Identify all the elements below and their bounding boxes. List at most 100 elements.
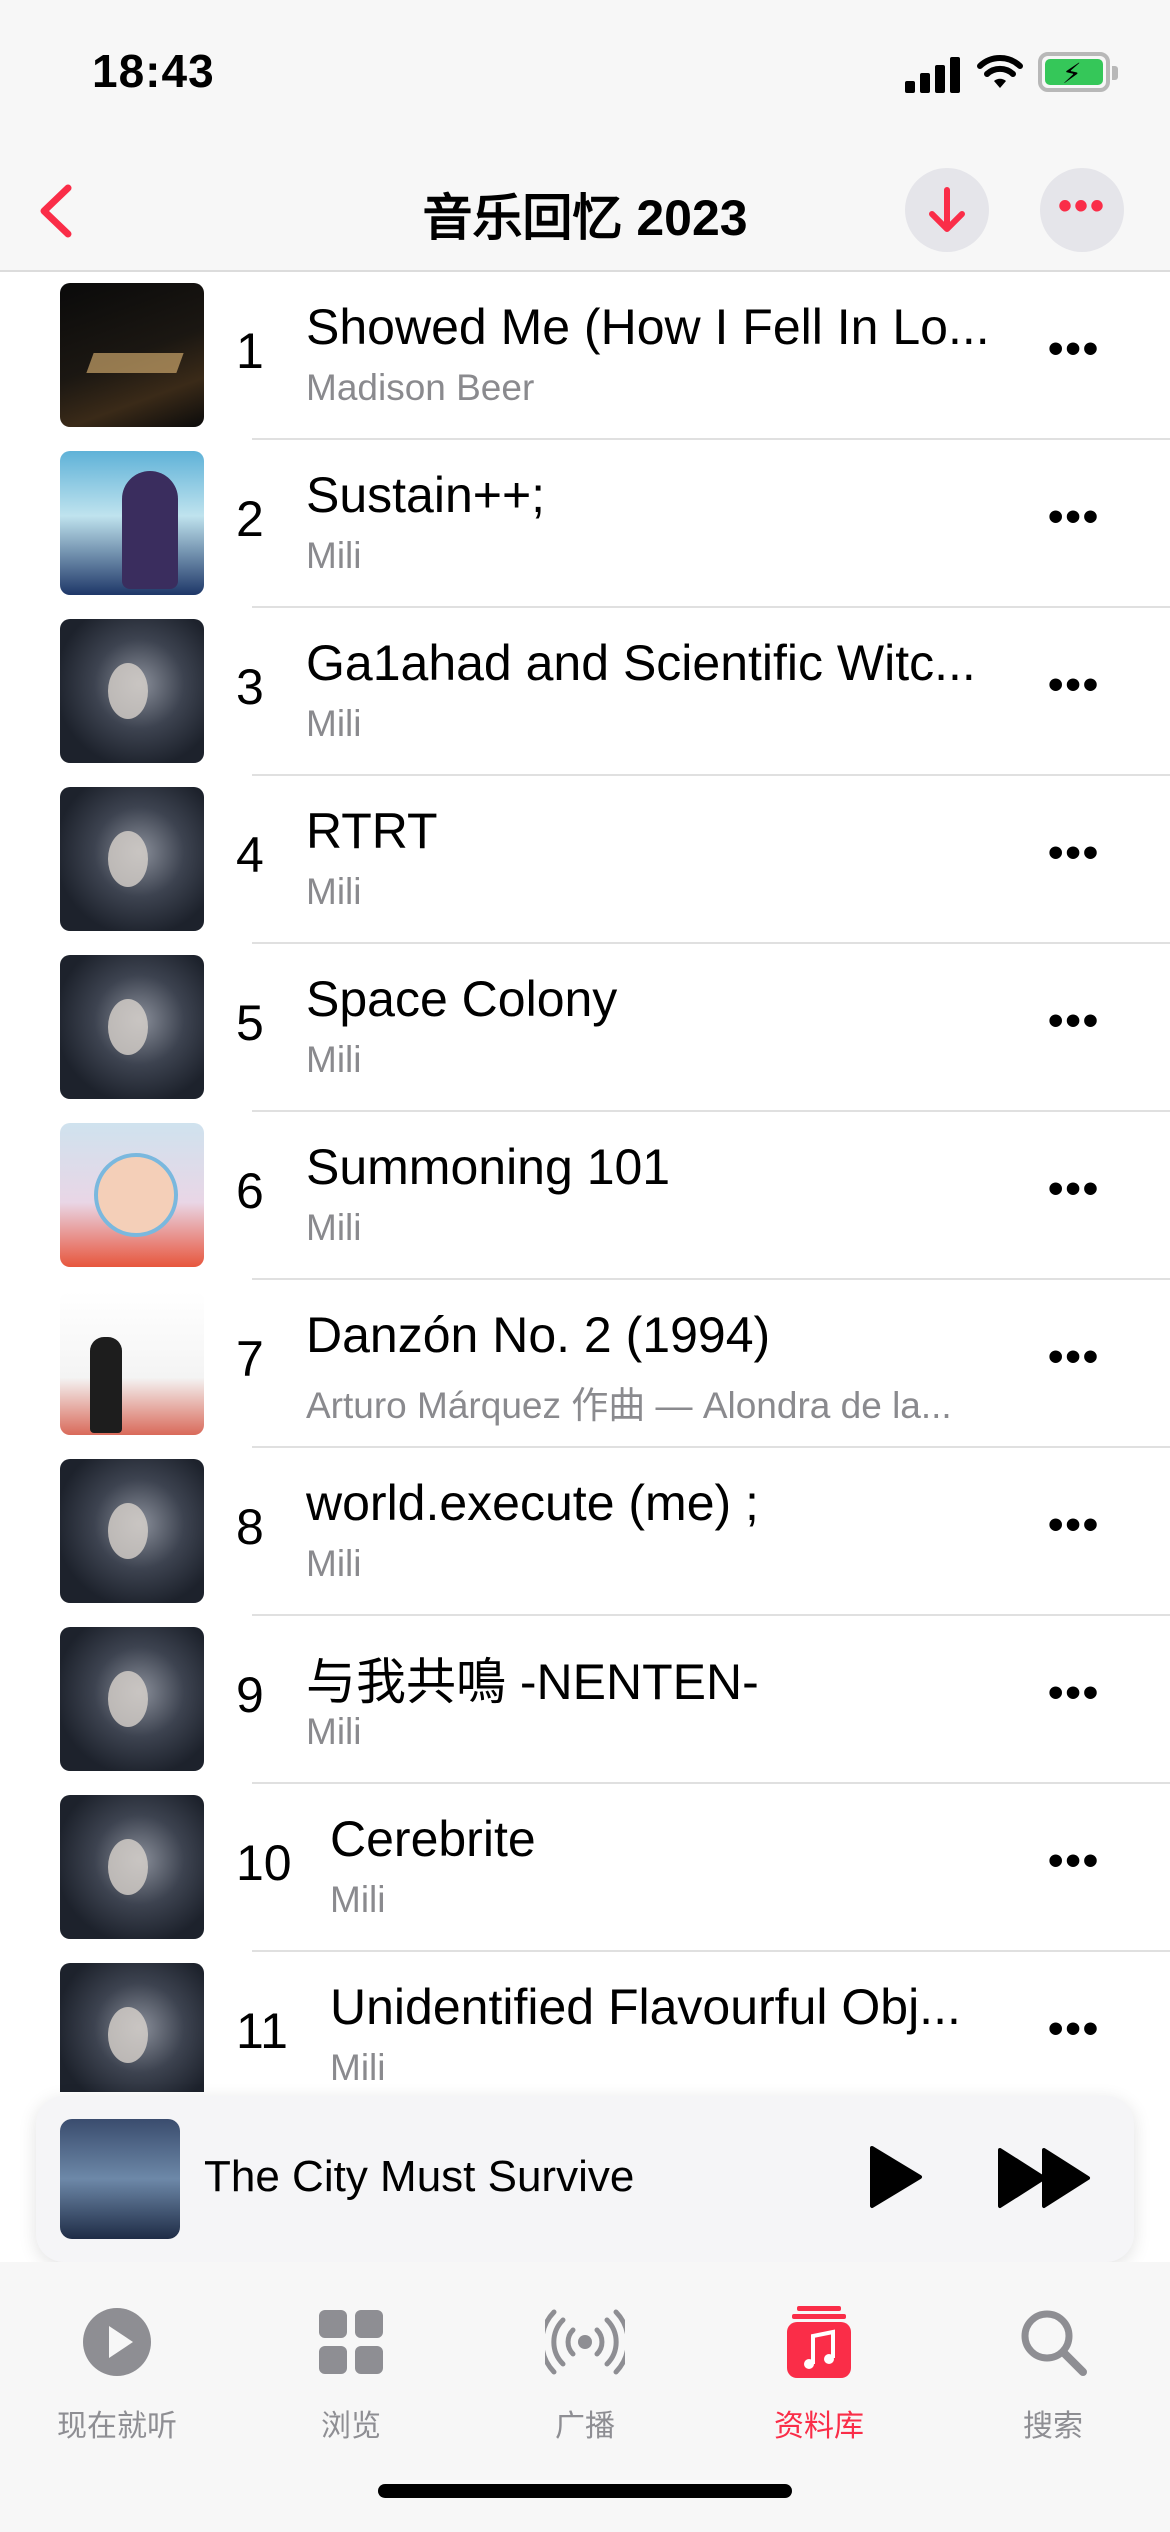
track-row[interactable]: 6 Summoning 101 Mili ••• bbox=[0, 1112, 1170, 1280]
track-more-button[interactable]: ••• bbox=[1048, 1164, 1100, 1214]
status-time: 18:43 bbox=[92, 45, 215, 97]
track-title: RTRT bbox=[306, 803, 438, 859]
track-artist: Madison Beer bbox=[306, 367, 535, 408]
track-artist: Mili bbox=[306, 1543, 362, 1584]
tab-label: 浏览 bbox=[321, 2410, 381, 2443]
track-more-button[interactable]: ••• bbox=[1048, 324, 1100, 374]
track-more-button[interactable]: ••• bbox=[1048, 1332, 1100, 1382]
home-indicator[interactable] bbox=[378, 2484, 792, 2498]
track-row[interactable]: 7 Danzón No. 2 (1994) Arturo Márquez 作曲 … bbox=[0, 1280, 1170, 1448]
track-row[interactable]: 8 world.execute (me) ; Mili ••• bbox=[0, 1448, 1170, 1616]
album-art bbox=[60, 1795, 204, 1939]
track-title: Sustain++; bbox=[306, 467, 546, 523]
now-playing-title: The City Must Survive bbox=[204, 2152, 635, 2201]
mini-player[interactable]: The City Must Survive bbox=[36, 2096, 1134, 2262]
album-art bbox=[60, 1123, 204, 1267]
wifi-icon bbox=[977, 55, 1023, 88]
track-number: 5 bbox=[236, 995, 264, 1051]
track-more-button[interactable]: ••• bbox=[1048, 660, 1100, 710]
tab-library[interactable]: 资料库 bbox=[702, 2302, 936, 2462]
track-number: 4 bbox=[236, 827, 264, 883]
track-title: Danzón No. 2 (1994) bbox=[306, 1307, 771, 1363]
search-icon bbox=[1021, 2310, 1087, 2376]
tab-label: 广播 bbox=[555, 2410, 615, 2443]
track-list[interactable]: 1 Showed Me (How I Fell In Lo... Madison… bbox=[0, 272, 1170, 2092]
track-number: 6 bbox=[236, 1163, 264, 1219]
more-options-button[interactable]: ••• bbox=[1040, 168, 1124, 252]
status-bar: 18:43 ⚡ bbox=[0, 0, 1170, 150]
album-art bbox=[60, 1291, 204, 1435]
track-number: 3 bbox=[236, 659, 264, 715]
album-art bbox=[60, 1459, 204, 1603]
track-artist: Mili bbox=[306, 1207, 362, 1248]
track-row[interactable]: 3 Ga1ahad and Scientific Witc... Mili ••… bbox=[0, 608, 1170, 776]
track-row[interactable]: 9 与我共鳴 -NENTEN- Mili ••• bbox=[0, 1616, 1170, 1784]
track-number: 9 bbox=[236, 1667, 264, 1723]
track-title: Space Colony bbox=[306, 971, 618, 1027]
play-circle-icon bbox=[83, 2308, 151, 2376]
track-row[interactable]: 1 Showed Me (How I Fell In Lo... Madison… bbox=[0, 272, 1170, 440]
track-title: Showed Me (How I Fell In Lo... bbox=[306, 299, 990, 355]
track-row[interactable]: 5 Space Colony Mili ••• bbox=[0, 944, 1170, 1112]
tab-radio[interactable]: 广播 bbox=[468, 2302, 702, 2462]
page-title: 音乐回忆 2023 bbox=[422, 190, 748, 246]
track-artist: Arturo Márquez 作曲 — Alondra de la... bbox=[306, 1385, 952, 1426]
tab-browse[interactable]: 浏览 bbox=[234, 2302, 468, 2462]
album-art bbox=[60, 283, 204, 427]
page: 18:43 ⚡ 音乐回忆 2023 ••• 1 Showed Me (How I… bbox=[0, 0, 1170, 2532]
track-row[interactable]: 2 Sustain++; Mili ••• bbox=[0, 440, 1170, 608]
download-button[interactable] bbox=[905, 168, 989, 252]
track-artist: Mili bbox=[330, 2047, 386, 2088]
track-title: Summoning 101 bbox=[306, 1139, 671, 1195]
album-art bbox=[60, 451, 204, 595]
track-artist: Mili bbox=[306, 871, 362, 912]
track-artist: Mili bbox=[306, 1039, 362, 1080]
track-title: Ga1ahad and Scientific Witc... bbox=[306, 635, 976, 691]
track-number: 8 bbox=[236, 1499, 264, 1555]
tab-listen-now[interactable]: 现在就听 bbox=[0, 2302, 234, 2462]
track-row[interactable]: 10 Cerebrite Mili ••• bbox=[0, 1784, 1170, 1952]
track-title: 与我共鳴 -NENTEN- bbox=[306, 1654, 759, 1710]
play-icon[interactable] bbox=[858, 2142, 928, 2212]
album-art bbox=[60, 1963, 204, 2092]
track-more-button[interactable]: ••• bbox=[1048, 828, 1100, 878]
track-artist: Mili bbox=[330, 1879, 386, 1920]
album-art bbox=[60, 619, 204, 763]
track-number: 10 bbox=[236, 1835, 292, 1891]
grid-icon bbox=[319, 2310, 383, 2374]
track-title: Cerebrite bbox=[330, 1811, 536, 1867]
track-number: 11 bbox=[236, 2003, 288, 2059]
now-playing-art bbox=[60, 2119, 180, 2239]
track-row[interactable]: 4 RTRT Mili ••• bbox=[0, 776, 1170, 944]
album-art bbox=[60, 955, 204, 1099]
tab-search[interactable]: 搜索 bbox=[936, 2302, 1170, 2462]
track-number: 1 bbox=[236, 323, 264, 379]
track-more-button[interactable]: ••• bbox=[1048, 1668, 1100, 1718]
battery-icon: ⚡ bbox=[1038, 52, 1118, 92]
track-artist: Mili bbox=[306, 535, 362, 576]
cellular-signal-icon bbox=[905, 57, 961, 93]
tab-label: 现在就听 bbox=[57, 2410, 177, 2443]
album-art bbox=[60, 1627, 204, 1771]
album-art bbox=[60, 787, 204, 931]
track-more-button[interactable]: ••• bbox=[1048, 2004, 1100, 2054]
ellipsis-icon: ••• bbox=[1057, 184, 1106, 228]
fast-forward-icon[interactable] bbox=[996, 2146, 1096, 2210]
radio-waves-icon bbox=[539, 2309, 631, 2375]
track-more-button[interactable]: ••• bbox=[1048, 996, 1100, 1046]
track-more-button[interactable]: ••• bbox=[1048, 492, 1100, 542]
track-number: 7 bbox=[236, 1331, 264, 1387]
track-title: world.execute (me) ; bbox=[306, 1475, 759, 1531]
track-more-button[interactable]: ••• bbox=[1048, 1836, 1100, 1886]
track-number: 2 bbox=[236, 491, 264, 547]
tab-label: 资料库 bbox=[774, 2410, 864, 2443]
track-artist: Mili bbox=[306, 1711, 362, 1752]
track-row[interactable]: 11 Unidentified Flavourful Obj... Mili •… bbox=[0, 1952, 1170, 2092]
tab-label: 搜索 bbox=[1023, 2410, 1083, 2443]
nav-bar: 音乐回忆 2023 ••• bbox=[0, 150, 1170, 272]
track-more-button[interactable]: ••• bbox=[1048, 1500, 1100, 1550]
track-title: Unidentified Flavourful Obj... bbox=[330, 1979, 961, 2035]
arrow-down-icon bbox=[929, 187, 965, 232]
track-artist: Mili bbox=[306, 703, 362, 744]
music-library-icon bbox=[787, 2306, 851, 2378]
